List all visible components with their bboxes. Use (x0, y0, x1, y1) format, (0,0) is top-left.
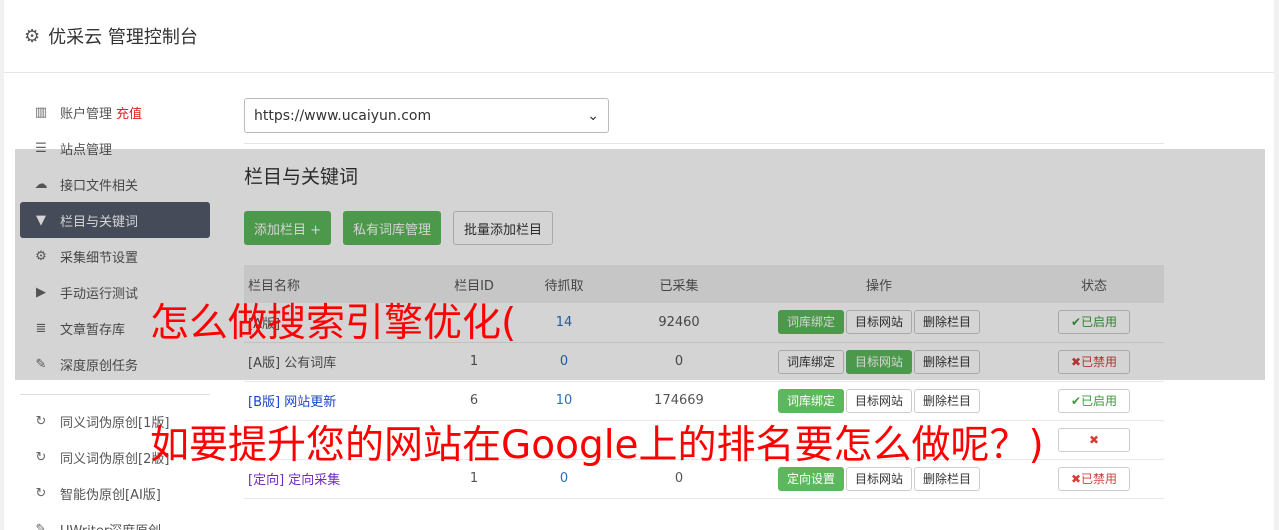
recharge-link[interactable]: 充值 (116, 103, 142, 122)
column-name[interactable]: 定向采集 (288, 473, 340, 488)
sidebar-item-label: 账户管理 (60, 106, 113, 122)
close-icon: ✖ (1070, 471, 1082, 486)
status-toggle[interactable]: ✖已禁用 (1058, 466, 1130, 491)
bind-lexicon-button[interactable]: 词库绑定 (777, 388, 844, 413)
status-label: 已启用 (1081, 393, 1118, 408)
column-name[interactable]: 网站更新 (284, 395, 336, 410)
divider (244, 143, 1164, 144)
bar-chart-icon: ▥ (34, 104, 48, 120)
sidebar-item-label: UWriter深度原创 (60, 520, 161, 530)
refresh-icon: ↻ (35, 485, 47, 501)
sidebar-item-account[interactable]: ▥ 账户管理 充值 (20, 94, 210, 130)
column-tag: [B版] (248, 395, 281, 410)
sidebar-divider (20, 394, 210, 395)
target-site-button[interactable]: 目标网站 (845, 388, 912, 413)
page-title: 优采云 管理控制台 (48, 27, 198, 48)
status-toggle[interactable]: ✖ (1058, 427, 1130, 452)
refresh-icon: ↻ (35, 413, 47, 429)
delete-column-button[interactable]: 删除栏目 (914, 388, 981, 413)
sidebar-item-ai-rewrite[interactable]: ↻ 智能伪原创[AI版] (20, 475, 210, 511)
watermark-line-2: 如要提升您的网站在Google上的排名要怎么做呢？) (150, 423, 1044, 468)
site-select[interactable]: https://www.ucaiyun.com ⌄ (244, 98, 609, 133)
column-tag: [定向] (248, 473, 285, 488)
targeted-settings-button[interactable]: 定向设置 (777, 466, 844, 491)
close-icon: ✖ (1088, 432, 1100, 447)
chevron-down-icon: ⌄ (587, 107, 599, 124)
status-toggle[interactable]: ✔已启用 (1058, 388, 1130, 413)
sidebar-item-uwriter[interactable]: ✎ UWriter深度原创 (20, 511, 210, 530)
status-label: 已禁用 (1081, 471, 1118, 486)
refresh-icon: ↻ (35, 449, 47, 465)
delete-column-button[interactable]: 删除栏目 (914, 466, 981, 491)
edit-icon: ✎ (35, 521, 47, 530)
check-icon: ✔ (1070, 393, 1082, 408)
watermark-line-1: 怎么做搜索引擎优化( (150, 301, 517, 346)
gear-icon: ⚙ (24, 25, 41, 47)
target-site-button[interactable]: 目标网站 (845, 466, 912, 491)
sidebar-item-label: 智能伪原创[AI版] (60, 487, 161, 503)
header: ⚙ 优采云 管理控制台 (4, 0, 1274, 73)
site-select-value: https://www.ucaiyun.com (254, 107, 432, 124)
